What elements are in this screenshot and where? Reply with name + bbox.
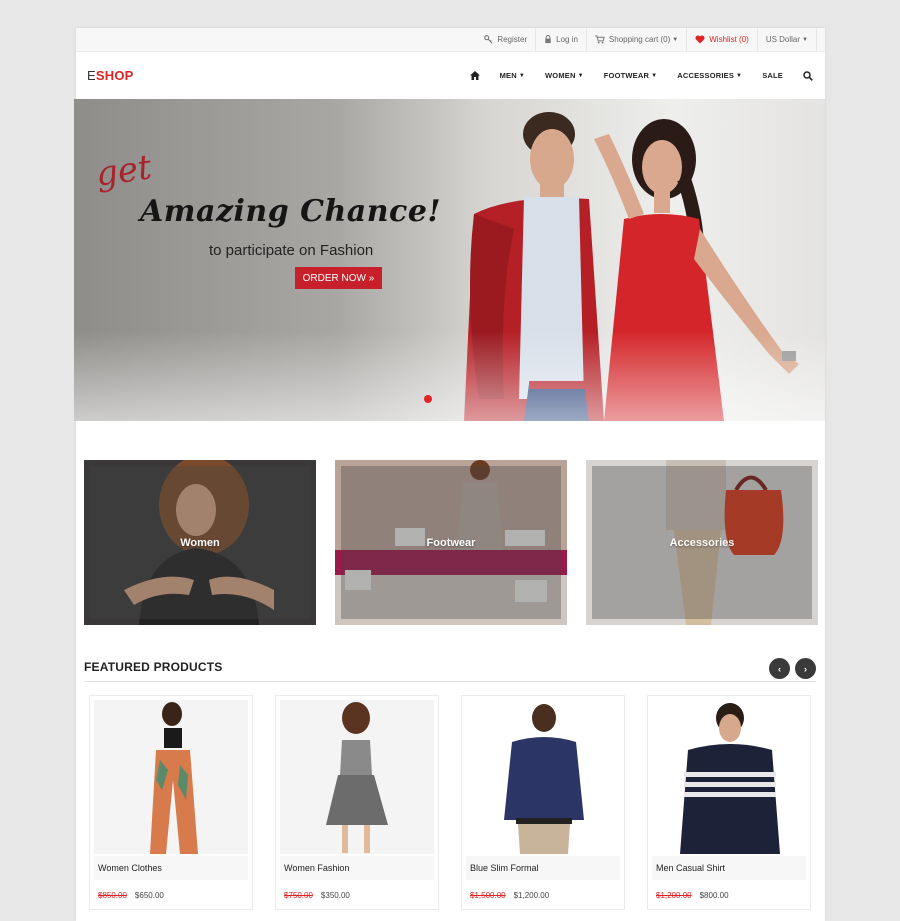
- men-casual-shirt-image: [680, 703, 780, 854]
- product-price: $850.00 $650.00: [98, 891, 164, 900]
- cart-link[interactable]: Shopping cart (0) ▼: [585, 27, 686, 52]
- register-link[interactable]: Register: [476, 28, 535, 52]
- women-clothes-image: [150, 702, 198, 854]
- nav-item-accessories[interactable]: ACCESSORIES ▼: [677, 71, 742, 80]
- product-card[interactable]: Women Fashion $750.00 $350.00: [275, 695, 439, 910]
- currency-label: US Dollar: [765, 35, 801, 44]
- product-name[interactable]: Men Casual Shirt: [652, 856, 806, 880]
- carousel-controls: ‹ ›: [764, 658, 816, 679]
- chevron-down-icon: ▼: [802, 36, 808, 43]
- nav-item-sale[interactable]: SALE: [762, 71, 783, 80]
- chevron-down-icon: ▼: [736, 72, 743, 79]
- old-price: $850.00: [98, 891, 127, 900]
- product-image[interactable]: [94, 700, 248, 854]
- nav-label: MEN: [499, 71, 517, 80]
- wishlist-link[interactable]: Wishlist (0): [686, 27, 757, 52]
- product-card[interactable]: Women Clothes $850.00 $650.00: [89, 695, 253, 910]
- product-card[interactable]: Men Casual Shirt $1,200.00 $800.00: [647, 695, 811, 910]
- lock-icon: [544, 35, 552, 44]
- product-list: Women Clothes $850.00 $650.00 Women Fash…: [89, 695, 811, 910]
- nav-label: SALE: [762, 71, 783, 80]
- category-label: Accessories: [669, 536, 735, 549]
- product-price: $1,500.00 $1,200.00: [470, 891, 549, 900]
- category-label: Footwear: [426, 536, 476, 549]
- top-bar: Register Log in Shopping cart (0) ▼ Wish…: [76, 27, 825, 52]
- product-price: $1,200.00 $800.00: [656, 891, 729, 900]
- nav-item-footwear[interactable]: FOOTWEAR ▼: [604, 71, 658, 80]
- current-price: $650.00: [134, 891, 164, 900]
- page-container: Register Log in Shopping cart (0) ▼ Wish…: [74, 27, 825, 921]
- product-name[interactable]: Women Fashion: [280, 856, 434, 880]
- hero-headline: Amazing Chance!: [140, 194, 442, 229]
- current-price: $1,200.00: [513, 891, 550, 900]
- old-price: $1,200.00: [656, 891, 692, 900]
- product-image[interactable]: [466, 700, 620, 854]
- category-overlay: Women: [90, 466, 310, 619]
- nav-item-women[interactable]: WOMEN ▼: [545, 71, 584, 80]
- nav-label: WOMEN: [545, 71, 576, 80]
- next-arrow-button[interactable]: ›: [795, 658, 816, 679]
- hero-floor-shade: [74, 331, 825, 421]
- logo-first-letter: E: [87, 68, 96, 83]
- category-overlay: Accessories: [592, 466, 812, 619]
- logo[interactable]: ESHOP: [87, 68, 134, 83]
- main-header: ESHOP MEN ▼ WOMEN ▼ FOOTWEAR ▼ ACCESSORIES ▼…: [76, 52, 825, 99]
- chevron-down-icon: ▼: [672, 36, 679, 43]
- logo-rest: SHOP: [95, 68, 134, 83]
- category-footwear[interactable]: Footwear: [335, 460, 567, 625]
- prev-arrow-button[interactable]: ‹: [769, 658, 790, 679]
- search-icon[interactable]: [803, 70, 813, 81]
- order-now-button[interactable]: ORDER NOW »: [295, 267, 382, 289]
- current-price: $350.00: [320, 891, 350, 900]
- login-link[interactable]: Log in: [535, 27, 586, 52]
- nav-label: ACCESSORIES: [677, 71, 735, 80]
- cart-label: Shopping cart (0): [608, 35, 671, 44]
- old-price: $750.00: [284, 891, 313, 900]
- login-label: Log in: [556, 35, 578, 44]
- category-accessories[interactable]: Accessories: [586, 460, 818, 625]
- product-name[interactable]: Blue Slim Formal: [466, 856, 620, 880]
- featured-title: FEATURED PRODUCTS: [84, 660, 223, 674]
- hero-get-text: get: [93, 147, 155, 195]
- nav-label: FOOTWEAR: [603, 71, 650, 80]
- product-image[interactable]: [652, 700, 806, 854]
- current-price: $800.00: [699, 891, 729, 900]
- chevron-down-icon: ▼: [651, 72, 658, 79]
- product-image[interactable]: [280, 700, 434, 854]
- featured-header: FEATURED PRODUCTS ‹ ›: [84, 655, 816, 682]
- category-overlay: Footwear: [341, 466, 561, 619]
- heart-icon: [695, 35, 705, 44]
- category-banners: Women Footwear Accessories: [84, 460, 818, 625]
- slider-dots: [424, 395, 438, 403]
- blue-slim-formal-image: [504, 704, 584, 854]
- chevron-down-icon: ▼: [577, 72, 584, 79]
- main-nav: MEN ▼ WOMEN ▼ FOOTWEAR ▼ ACCESSORIES ▼ SALE: [469, 70, 813, 81]
- wishlist-label: Wishlist (0): [709, 35, 749, 44]
- hero-slider[interactable]: get Amazing Chance! to participate on Fa…: [74, 99, 825, 421]
- old-price: $1,500.00: [470, 891, 506, 900]
- slider-dot-active[interactable]: [424, 395, 432, 403]
- product-card[interactable]: Blue Slim Formal $1,500.00 $1,200.00: [461, 695, 625, 910]
- home-icon[interactable]: [469, 71, 480, 80]
- cart-icon: [594, 35, 605, 44]
- currency-selector[interactable]: US Dollar ▼: [756, 27, 817, 52]
- nav-item-men[interactable]: MEN ▼: [500, 71, 525, 80]
- register-label: Register: [497, 35, 528, 44]
- chevron-down-icon: ▼: [518, 72, 526, 79]
- product-name[interactable]: Women Clothes: [94, 856, 248, 880]
- women-fashion-image: [326, 702, 388, 853]
- hero-subtitle: to participate on Fashion: [209, 242, 374, 259]
- key-icon: [484, 35, 493, 44]
- product-price: $750.00 $350.00: [284, 891, 350, 900]
- category-label: Women: [180, 536, 220, 549]
- category-women[interactable]: Women: [84, 460, 316, 625]
